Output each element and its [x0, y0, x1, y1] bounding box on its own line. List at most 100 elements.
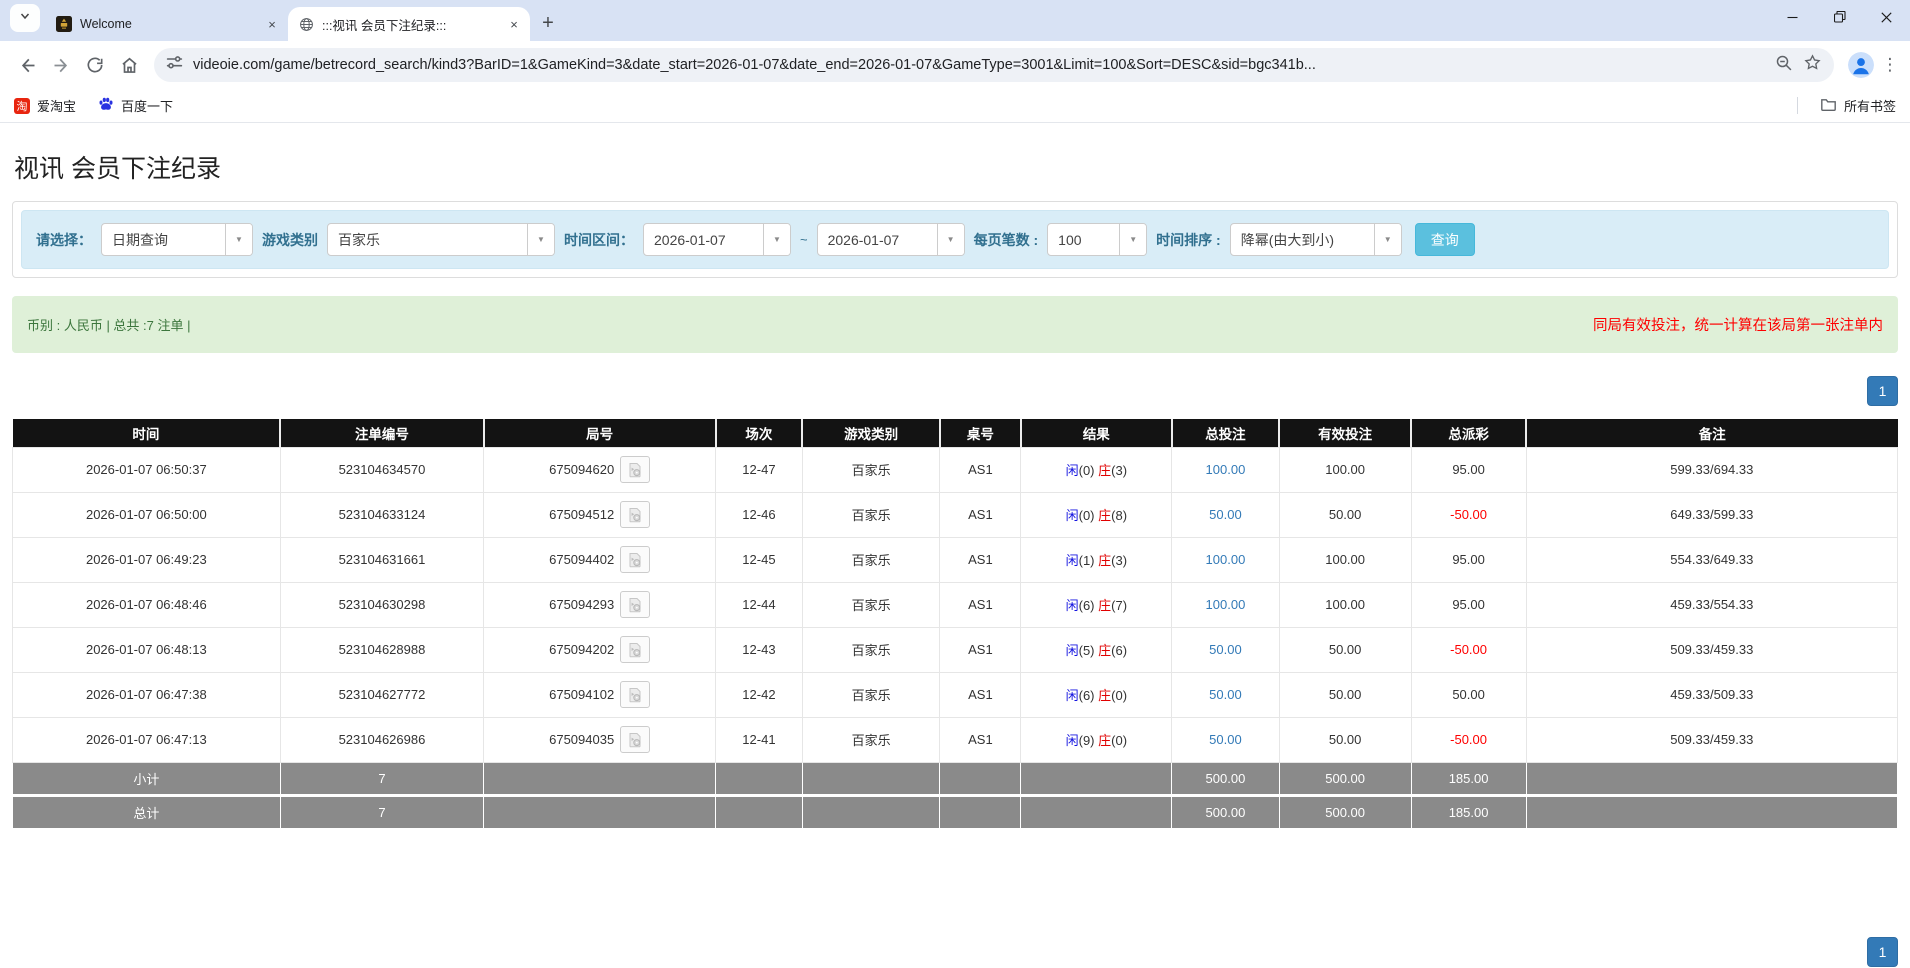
cell-game: 百家乐: [801, 626, 941, 673]
col-total-bet: 总投注: [1170, 419, 1280, 447]
cell-bet-id: 523104626986: [279, 716, 485, 763]
table-row: 2026-01-07 06:48:46 523104630298 6750942…: [12, 581, 1899, 628]
close-button[interactable]: [1863, 0, 1910, 34]
per-page-select[interactable]: 100 ▼: [1047, 223, 1148, 256]
chevron-down-icon: [19, 10, 31, 25]
cell-session: 12-44: [715, 581, 803, 628]
home-button[interactable]: [112, 48, 146, 82]
cell-session: 12-46: [715, 491, 803, 538]
tab-title: :::视讯 会员下注纪录:::: [322, 18, 447, 33]
date-start-select[interactable]: 2026-01-07 ▼: [643, 223, 791, 256]
tab-close-icon[interactable]: ×: [264, 16, 280, 32]
video-replay-icon[interactable]: [620, 681, 651, 708]
bookmark-label: 爱淘宝: [37, 99, 77, 114]
cell-game: 百家乐: [801, 716, 941, 763]
baidu-paw-icon: [98, 96, 114, 115]
subtotal-label: 小计: [12, 761, 281, 796]
bet-records-table: 时间 注单编号 局号 场次 游戏类别 桌号 结果 总投注 有效投注 总派彩 备注…: [12, 419, 1899, 829]
minimize-button[interactable]: [1769, 0, 1816, 34]
back-button[interactable]: [10, 48, 44, 82]
restore-button[interactable]: [1816, 0, 1863, 34]
total-payout: 185.00: [1410, 793, 1527, 829]
caret-down-icon: ▼: [225, 224, 252, 255]
address-bar[interactable]: videoie.com/game/betrecord_search/kind3?…: [154, 48, 1834, 82]
table-row: 2026-01-07 06:49:23 523104631661 6750944…: [12, 536, 1899, 583]
tab-strip: Welcome × :::视讯 会员下注纪录::: × +: [0, 0, 1910, 41]
cell-payout: 95.00: [1410, 536, 1527, 583]
bookmark-aitaobao[interactable]: 淘 爱淘宝: [14, 96, 76, 115]
tab-betrecord[interactable]: :::视讯 会员下注纪录::: ×: [288, 7, 530, 41]
divider: [1796, 97, 1798, 114]
bet-amount-link[interactable]: 100.00: [1206, 552, 1246, 567]
tab-search-button[interactable]: [10, 3, 40, 32]
table-row: 2026-01-07 06:47:38 523104627772 6750941…: [12, 671, 1899, 718]
cell-payout: 95.00: [1410, 446, 1527, 493]
cell-note: 554.33/649.33: [1525, 536, 1899, 583]
bet-amount-link[interactable]: 50.00: [1209, 687, 1242, 702]
bet-amount-link[interactable]: 100.00: [1206, 597, 1246, 612]
video-replay-icon[interactable]: [620, 636, 651, 663]
site-info-icon[interactable]: [166, 54, 183, 76]
page-1-button[interactable]: 1: [1867, 376, 1898, 406]
query-type-select[interactable]: 日期查询 ▼: [101, 223, 253, 256]
bookmark-star-icon[interactable]: [1803, 53, 1822, 77]
caret-down-icon: ▼: [527, 224, 554, 255]
zoom-out-icon[interactable]: [1775, 54, 1793, 77]
cell-note: 509.33/459.33: [1525, 716, 1899, 763]
col-session: 场次: [714, 419, 803, 447]
video-replay-icon[interactable]: [620, 546, 651, 573]
cell-session: 12-43: [715, 626, 803, 673]
cell-game: 百家乐: [801, 536, 941, 583]
new-tab-button[interactable]: +: [534, 9, 562, 37]
pagination-top: 1: [12, 376, 1898, 406]
bookmark-baidu[interactable]: 百度一下: [98, 96, 173, 115]
cell-note: 649.33/599.33: [1525, 491, 1899, 538]
video-replay-icon[interactable]: [620, 456, 651, 483]
video-replay-icon[interactable]: [620, 501, 651, 528]
bet-amount-link[interactable]: 50.00: [1209, 642, 1242, 657]
cell-round-id: 675094293: [483, 581, 717, 628]
cell-bet-id: 523104631661: [279, 536, 485, 583]
game-kind-select[interactable]: 百家乐 ▼: [327, 223, 555, 256]
cell-session: 12-45: [715, 536, 803, 583]
tab-close-icon[interactable]: ×: [506, 16, 522, 32]
cell-result: 闲(0) 庄(3): [1020, 446, 1173, 493]
cell-table-no: AS1: [939, 536, 1022, 583]
cell-time: 2026-01-07 06:47:38: [12, 671, 281, 718]
cell-note: 599.33/694.33: [1525, 446, 1899, 493]
col-time: 时间: [12, 419, 281, 447]
filter-panel: 请选择： 日期查询 ▼ 游戏类别 百家乐 ▼ 时间区间： 2026-01-07 …: [12, 201, 1898, 278]
cell-table-no: AS1: [939, 491, 1022, 538]
cell-bet-id: 523104633124: [279, 491, 485, 538]
all-bookmarks-label: 所有书签: [1843, 99, 1896, 114]
cell-total-bet: 50.00: [1171, 626, 1280, 673]
bet-amount-link[interactable]: 100.00: [1206, 462, 1246, 477]
col-game-kind: 游戏类别: [801, 419, 940, 447]
query-type-label: 请选择：: [36, 231, 92, 248]
profile-avatar[interactable]: [1848, 52, 1874, 78]
reload-button[interactable]: [78, 48, 112, 82]
window-controls: [1769, 0, 1910, 34]
empty-cell: [1020, 793, 1173, 829]
page-1-button[interactable]: 1: [1867, 937, 1898, 967]
cell-total-bet: 50.00: [1171, 671, 1280, 718]
sort-select[interactable]: 降幂(由大到小) ▼: [1229, 223, 1402, 256]
browser-menu-icon[interactable]: ⋮: [1880, 55, 1900, 75]
video-replay-icon[interactable]: [620, 591, 651, 618]
url-text[interactable]: videoie.com/game/betrecord_search/kind3?…: [193, 57, 1765, 73]
cell-round-id: 675094035: [483, 716, 717, 763]
all-bookmarks-button[interactable]: 所有书签: [1820, 96, 1896, 116]
cell-time: 2026-01-07 06:47:13: [12, 716, 281, 763]
tab-welcome[interactable]: Welcome ×: [46, 7, 288, 41]
empty-cell: [483, 761, 717, 796]
forward-button[interactable]: [44, 48, 78, 82]
date-end-select[interactable]: 2026-01-07 ▼: [816, 223, 965, 256]
bet-amount-link[interactable]: 50.00: [1209, 732, 1242, 747]
empty-cell: [801, 761, 941, 796]
bet-amount-link[interactable]: 50.00: [1209, 507, 1242, 522]
subtotal-row: 小计 7 500.00 500.00 185.00: [12, 761, 1899, 796]
video-replay-icon[interactable]: [620, 726, 651, 753]
search-button[interactable]: 查询: [1414, 223, 1475, 256]
cell-bet-id: 523104628988: [279, 626, 485, 673]
cell-table-no: AS1: [939, 716, 1022, 763]
